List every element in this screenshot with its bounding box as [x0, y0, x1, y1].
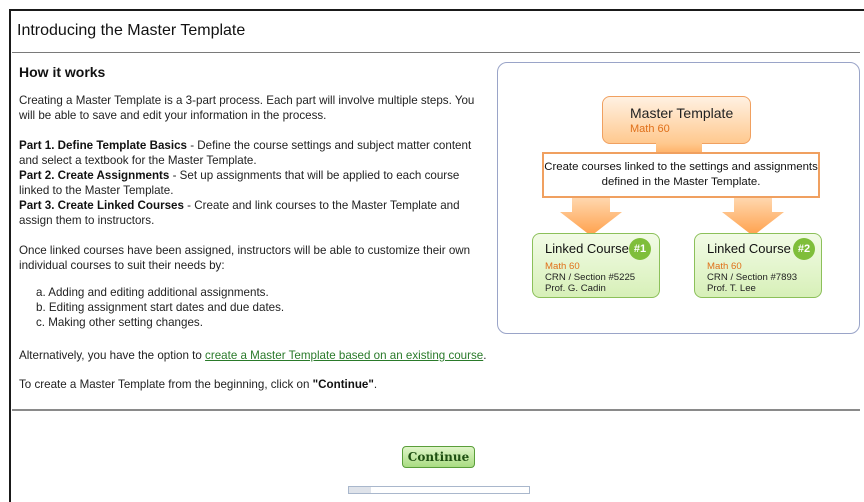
continue-button[interactable]: Continue — [402, 446, 475, 468]
intro-paragraph: Creating a Master Template is a 3-part p… — [19, 94, 475, 122]
existing-course-link[interactable]: create a Master Template based on an exi… — [205, 349, 483, 362]
linked-course-card-2: Linked Course #2 Math 60 CRN / Section #… — [694, 233, 822, 298]
master-template-box: Master Template Math 60 — [602, 96, 751, 144]
alternative-paragraph: Alternatively, you have the option to cr… — [19, 349, 486, 362]
begin-paragraph: To create a Master Template from the beg… — [19, 378, 377, 391]
linked-course-professor: Prof. T. Lee — [707, 283, 756, 294]
master-template-diagram: Master Template Math 60 Create courses l… — [497, 62, 860, 334]
title-divider — [12, 52, 860, 53]
master-template-title: Master Template — [630, 105, 734, 121]
master-template-course: Math 60 — [630, 123, 670, 135]
progress-bar — [348, 486, 530, 494]
parts-description: Part 1. Define Template Basics - Define … — [19, 138, 489, 228]
progress-bar-fill — [349, 487, 371, 493]
linked-course-subject: Math 60 — [707, 261, 742, 272]
part-2: Part 2. Create Assignments - Set up assi… — [19, 168, 489, 198]
list-item: c. Making other setting changes. — [36, 316, 203, 329]
footer-divider — [12, 409, 860, 411]
down-arrow-left-icon — [560, 198, 622, 236]
page-title: Introducing the Master Template — [17, 22, 246, 39]
down-arrow-right-icon — [722, 198, 784, 236]
part-2-label: Part 2. Create Assignments — [19, 169, 170, 182]
part-3: Part 3. Create Linked Courses - Create a… — [19, 198, 489, 228]
alternative-suffix: . — [483, 349, 487, 362]
linked-course-title: Linked Course — [707, 241, 791, 256]
part-1: Part 1. Define Template Basics - Define … — [19, 138, 489, 168]
customize-intro: Once linked courses have been assigned, … — [19, 244, 471, 272]
begin-prefix: To create a Master Template from the beg… — [19, 378, 313, 391]
course-number-badge: #1 — [629, 238, 651, 260]
course-number-badge: #2 — [793, 238, 815, 260]
alternative-prefix: Alternatively, you have the option to — [19, 349, 206, 362]
linked-course-crn: CRN / Section #7893 — [707, 272, 798, 283]
begin-suffix: . — [373, 378, 378, 391]
linked-course-subject: Math 60 — [545, 261, 580, 272]
linking-description-box: Create courses linked to the settings an… — [542, 152, 820, 198]
linked-course-crn: CRN / Section #5225 — [545, 272, 636, 283]
section-heading: How it works — [19, 64, 106, 80]
part-1-label: Part 1. Define Template Basics — [19, 139, 187, 152]
begin-continue-emphasis: "Continue" — [312, 378, 374, 391]
linked-course-professor: Prof. G. Cadin — [545, 283, 606, 294]
list-item: a. Adding and editing additional assignm… — [36, 286, 269, 299]
list-item: b. Editing assignment start dates and du… — [36, 301, 285, 314]
part-3-label: Part 3. Create Linked Courses — [19, 199, 184, 212]
linked-course-title: Linked Course — [545, 241, 629, 256]
linked-course-card-1: Linked Course #1 Math 60 CRN / Section #… — [532, 233, 660, 298]
customize-list: a. Adding and editing additional assignm… — [36, 285, 284, 330]
